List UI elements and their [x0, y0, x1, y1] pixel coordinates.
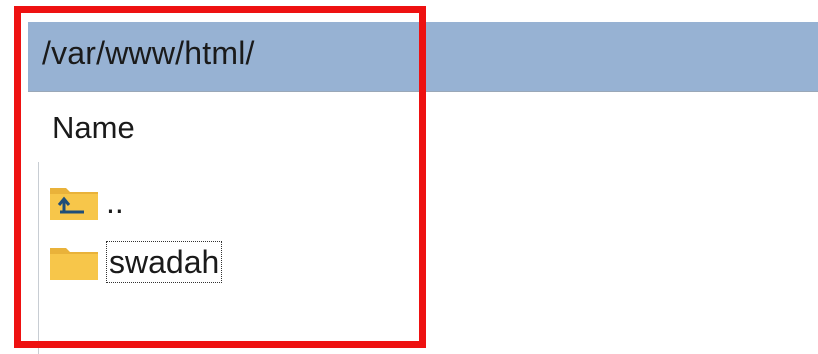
remote-path-text: /var/www/html/ — [42, 35, 255, 71]
list-item-label: swadah — [106, 241, 223, 283]
column-header-name[interactable]: Name — [52, 110, 135, 146]
folder-icon — [50, 248, 98, 280]
list-left-rule — [38, 162, 39, 354]
list-item-swadah[interactable]: swadah — [48, 238, 223, 286]
list-item-parent-directory[interactable]: .. — [48, 178, 124, 226]
remote-file-list[interactable]: Name .. swadah — [28, 92, 818, 354]
remote-path-bar[interactable]: /var/www/html/ — [28, 22, 818, 92]
list-item-label: .. — [106, 184, 124, 220]
folder-up-icon — [50, 188, 98, 220]
